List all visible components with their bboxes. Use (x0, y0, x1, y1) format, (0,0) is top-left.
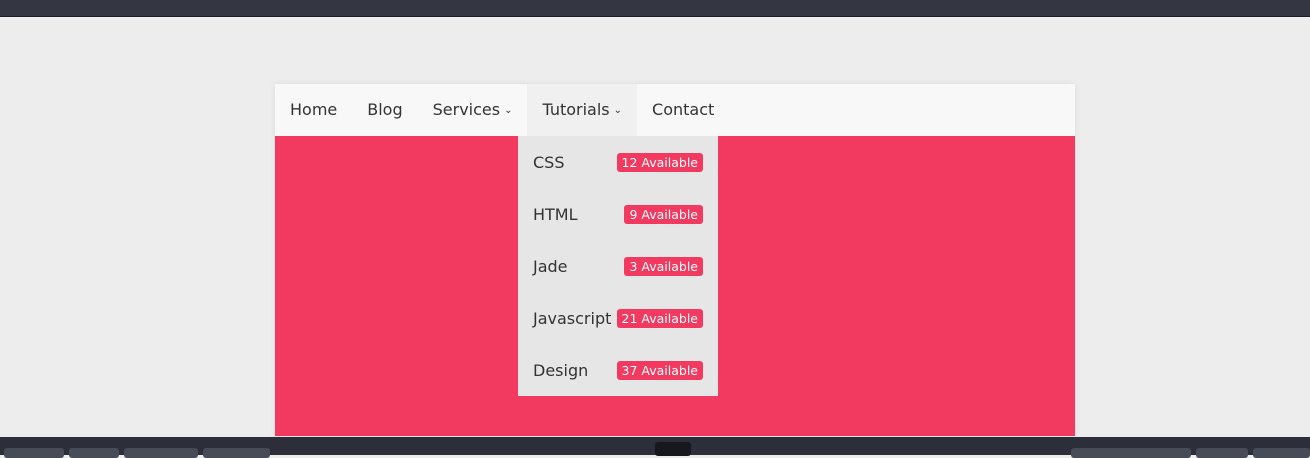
nav-label: Home (290, 100, 338, 119)
count-badge: 21 Available (616, 308, 703, 328)
nav-label: Blog (367, 100, 403, 119)
nav-label: Contact (652, 100, 715, 119)
item-label: Javascript (533, 308, 612, 328)
layout-toggle[interactable] (655, 442, 691, 456)
main-nav: Home Blog Services ⌄ Tutorials ⌄ Contact (275, 84, 1075, 136)
nav-label: Tutorials (542, 100, 610, 119)
dropdown-item-jade[interactable]: Jade 3 Available (518, 240, 718, 292)
bottom-button[interactable] (69, 448, 119, 458)
chevron-down-icon: ⌄ (504, 105, 513, 116)
dropdown-item-css[interactable]: CSS 12 Available (518, 136, 718, 188)
item-label: CSS (533, 152, 565, 172)
nav-services[interactable]: Services ⌄ (418, 84, 528, 136)
item-label: Jade (533, 256, 568, 276)
nav-tutorials[interactable]: Tutorials ⌄ (527, 84, 638, 136)
demo-card: Home Blog Services ⌄ Tutorials ⌄ Contact C… (275, 84, 1075, 436)
dropdown-item-javascript[interactable]: Javascript 21 Available (518, 292, 718, 344)
count-badge: 9 Available (624, 204, 703, 224)
dropdown-item-design[interactable]: Design 37 Available (518, 344, 718, 396)
bottom-button[interactable] (1071, 448, 1191, 458)
bottom-button[interactable] (1196, 448, 1248, 458)
bottom-button[interactable] (124, 448, 198, 458)
nav-home[interactable]: Home (275, 84, 352, 136)
bottom-button[interactable] (1253, 448, 1310, 458)
nav-blog[interactable]: Blog (352, 84, 417, 136)
count-badge: 12 Available (616, 152, 703, 172)
nav-contact[interactable]: Contact (637, 84, 729, 136)
bottom-button[interactable] (203, 448, 270, 458)
editor-bottom-bar (0, 437, 1310, 458)
count-badge: 3 Available (624, 256, 703, 276)
bottom-button[interactable] (4, 448, 64, 458)
nav-label: Services (432, 100, 501, 119)
item-label: Design (533, 360, 589, 380)
dropdown-item-html[interactable]: HTML 9 Available (518, 188, 718, 240)
editor-top-bar (0, 0, 1310, 17)
chevron-down-icon: ⌄ (613, 105, 623, 116)
item-label: HTML (533, 204, 578, 224)
tutorials-dropdown: CSS 12 Available HTML 9 Available Jade 3 Av… (518, 136, 718, 396)
count-badge: 37 Available (616, 360, 703, 380)
